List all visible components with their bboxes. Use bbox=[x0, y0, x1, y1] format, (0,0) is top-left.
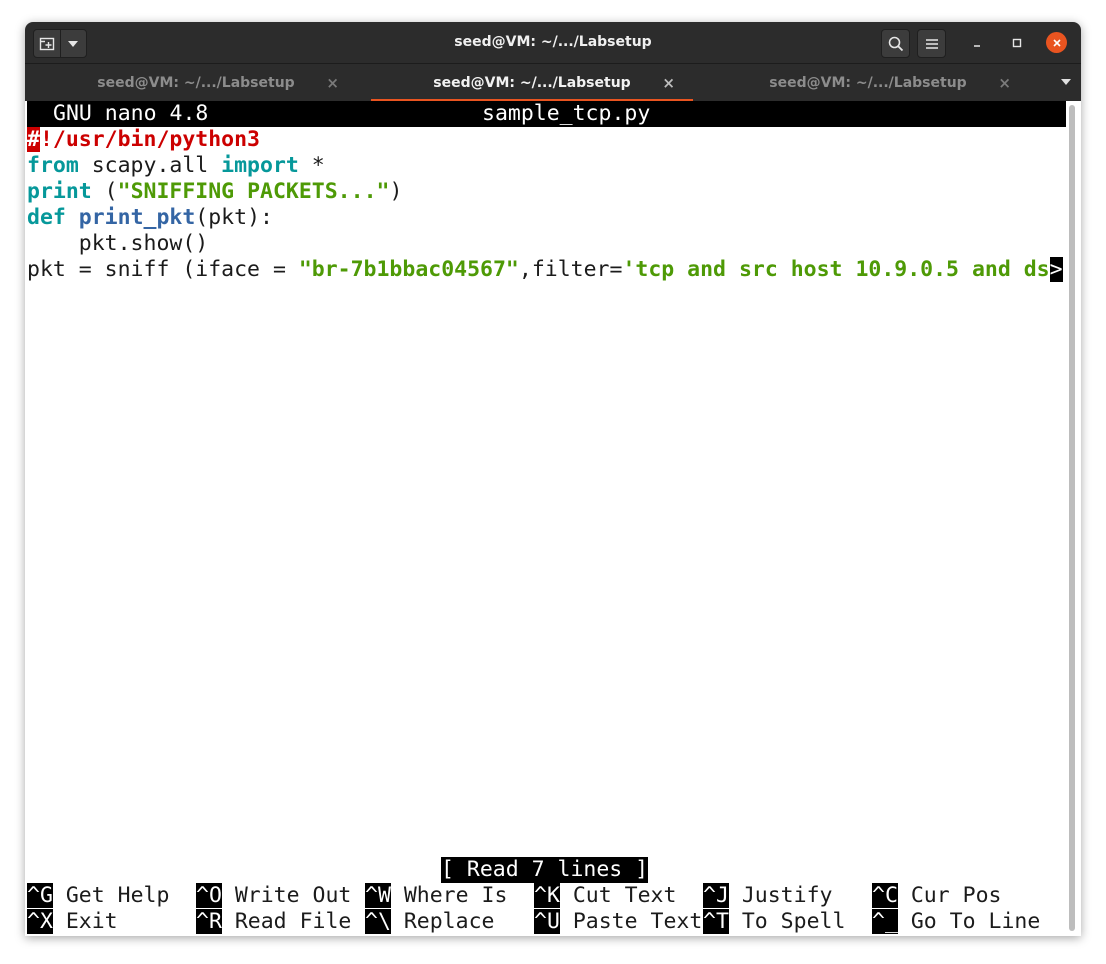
shortcut-label: Paste Text bbox=[572, 909, 703, 934]
shortcut-key: ^R bbox=[196, 909, 222, 934]
shortcut-label: Go To Line bbox=[910, 909, 1041, 934]
cursor: # bbox=[27, 127, 40, 152]
hamburger-menu-icon bbox=[925, 38, 938, 49]
shortcut-key: ^G bbox=[27, 883, 53, 908]
tab-label: seed@VM: ~/.../Labsetup bbox=[433, 75, 631, 91]
status-message: [ Read 7 lines ] bbox=[441, 857, 649, 883]
minimize-icon bbox=[973, 44, 980, 47]
keyword: print bbox=[27, 179, 92, 204]
terminal-area[interactable]: GNU nano 4.8 sample_tcp.py #!/usr/bin/py… bbox=[25, 101, 1081, 936]
tab-close-icon[interactable]: × bbox=[662, 74, 675, 92]
code-text: ( bbox=[91, 179, 118, 204]
title-bar: seed@VM: ~/.../Labsetup bbox=[25, 22, 1081, 63]
tab-bar: seed@VM: ~/.../Labsetup × seed@VM: ~/...… bbox=[25, 63, 1081, 102]
shortcut-key: ^\ bbox=[365, 909, 391, 934]
tab-1[interactable]: seed@VM: ~/.../Labsetup × bbox=[35, 64, 357, 102]
shortcut-label: Get Help bbox=[65, 883, 170, 908]
shortcut-label: Write Out bbox=[234, 883, 352, 908]
shortcut-paste-text[interactable]: ^U Paste Text bbox=[534, 909, 702, 935]
shortcut-exit[interactable]: ^X Exit bbox=[27, 909, 118, 935]
shortcut-label: Where Is bbox=[403, 883, 508, 908]
shortcut-write-out[interactable]: ^O Write Out bbox=[196, 883, 351, 909]
string-literal: 'tcp and src host 10.9.0.5 and ds bbox=[622, 257, 1050, 282]
function-name: print_pkt bbox=[78, 205, 196, 230]
shortcut-cur-pos[interactable]: ^C Cur Pos bbox=[872, 883, 1001, 909]
maximize-icon bbox=[1012, 38, 1021, 47]
file-name: sample_tcp.py bbox=[482, 101, 651, 126]
code-text: scapy.all bbox=[78, 153, 222, 178]
minimize-button[interactable] bbox=[966, 32, 987, 53]
shortcut-label: Replace bbox=[403, 909, 495, 934]
keyword: import bbox=[221, 153, 299, 178]
shortcut-label: Justify bbox=[741, 883, 833, 908]
shortcut-justify[interactable]: ^J Justify bbox=[703, 883, 832, 909]
shortcut-cut-text[interactable]: ^K Cut Text bbox=[534, 883, 676, 909]
code-line-2: from scapy.all import * bbox=[27, 153, 325, 179]
shortcut-key: ^J bbox=[703, 883, 729, 908]
tab-list-dropdown-icon[interactable] bbox=[1061, 79, 1071, 85]
code-line-6: pkt = sniff (iface = "br-7b1bbac04567",f… bbox=[27, 257, 1063, 283]
close-button[interactable] bbox=[1046, 32, 1067, 53]
nano-header-bar: GNU nano 4.8 sample_tcp.py bbox=[27, 101, 1066, 127]
string-literal: "SNIFFING PACKETS..." bbox=[117, 179, 390, 204]
code-line-3: print ("SNIFFING PACKETS...") bbox=[27, 179, 402, 205]
tab-3[interactable]: seed@VM: ~/.../Labsetup × bbox=[707, 64, 1029, 102]
tab-close-icon[interactable]: × bbox=[326, 74, 339, 92]
shortcut-to-spell[interactable]: ^T To Spell bbox=[703, 909, 845, 935]
shortcut-label: Read File bbox=[234, 909, 352, 934]
shortcut-label: To Spell bbox=[741, 909, 846, 934]
keyword: from bbox=[27, 153, 79, 178]
nano-version: GNU nano 4.8 bbox=[53, 101, 209, 126]
code-line-5: pkt.show() bbox=[27, 231, 208, 257]
shortcut-key: ^C bbox=[872, 883, 898, 908]
tab-close-icon[interactable]: × bbox=[998, 74, 1011, 92]
terminal-window: seed@VM: ~/.../Labsetup seed@VM: ~/.../L… bbox=[25, 22, 1081, 936]
shortcut-key: ^K bbox=[534, 883, 560, 908]
code-text: * bbox=[298, 153, 325, 178]
keyword: def bbox=[27, 205, 66, 230]
maximize-button[interactable] bbox=[1006, 32, 1027, 53]
menu-button[interactable] bbox=[917, 29, 946, 58]
search-button[interactable] bbox=[881, 29, 910, 58]
tab-label: seed@VM: ~/.../Labsetup bbox=[769, 75, 967, 91]
shortcut-label: Exit bbox=[65, 909, 118, 934]
shebang: !/usr/bin/python3 bbox=[39, 127, 261, 152]
tab-2[interactable]: seed@VM: ~/.../Labsetup × bbox=[371, 64, 693, 102]
shortcut-label: Cur Pos bbox=[910, 883, 1002, 908]
shortcut-label: Cut Text bbox=[572, 883, 677, 908]
code-text: pkt.show() bbox=[27, 231, 209, 256]
shortcut-key: ^O bbox=[196, 883, 222, 908]
close-icon bbox=[1052, 38, 1061, 47]
code-text: ,filter= bbox=[518, 257, 623, 282]
shortcut-replace[interactable]: ^\ Replace bbox=[365, 909, 494, 935]
line-overflow-indicator: > bbox=[1049, 257, 1063, 282]
string-literal: "br-7b1bbac04567" bbox=[298, 257, 519, 282]
shortcut-where-is[interactable]: ^W Where Is bbox=[365, 883, 507, 909]
shortcut-key: ^T bbox=[703, 909, 729, 934]
search-icon bbox=[888, 36, 903, 51]
shortcut-key: ^X bbox=[27, 909, 53, 934]
code-line-4: def print_pkt(pkt): bbox=[27, 205, 273, 231]
shortcut-go-to-line[interactable]: ^_ Go To Line bbox=[872, 909, 1040, 935]
shortcut-key: ^W bbox=[365, 883, 391, 908]
code-text: ) bbox=[389, 179, 403, 204]
tab-label: seed@VM: ~/.../Labsetup bbox=[97, 75, 295, 91]
scrollbar[interactable] bbox=[1069, 105, 1075, 931]
shortcut-key: ^U bbox=[534, 909, 560, 934]
shortcut-read-file[interactable]: ^R Read File bbox=[196, 909, 351, 935]
shortcut-key: ^_ bbox=[872, 909, 898, 934]
code-line-1: #!/usr/bin/python3 bbox=[27, 127, 260, 153]
shortcut-get-help[interactable]: ^G Get Help bbox=[27, 883, 169, 909]
code-text: pkt = sniff (iface = bbox=[27, 257, 299, 282]
code-text: (pkt): bbox=[195, 205, 273, 230]
